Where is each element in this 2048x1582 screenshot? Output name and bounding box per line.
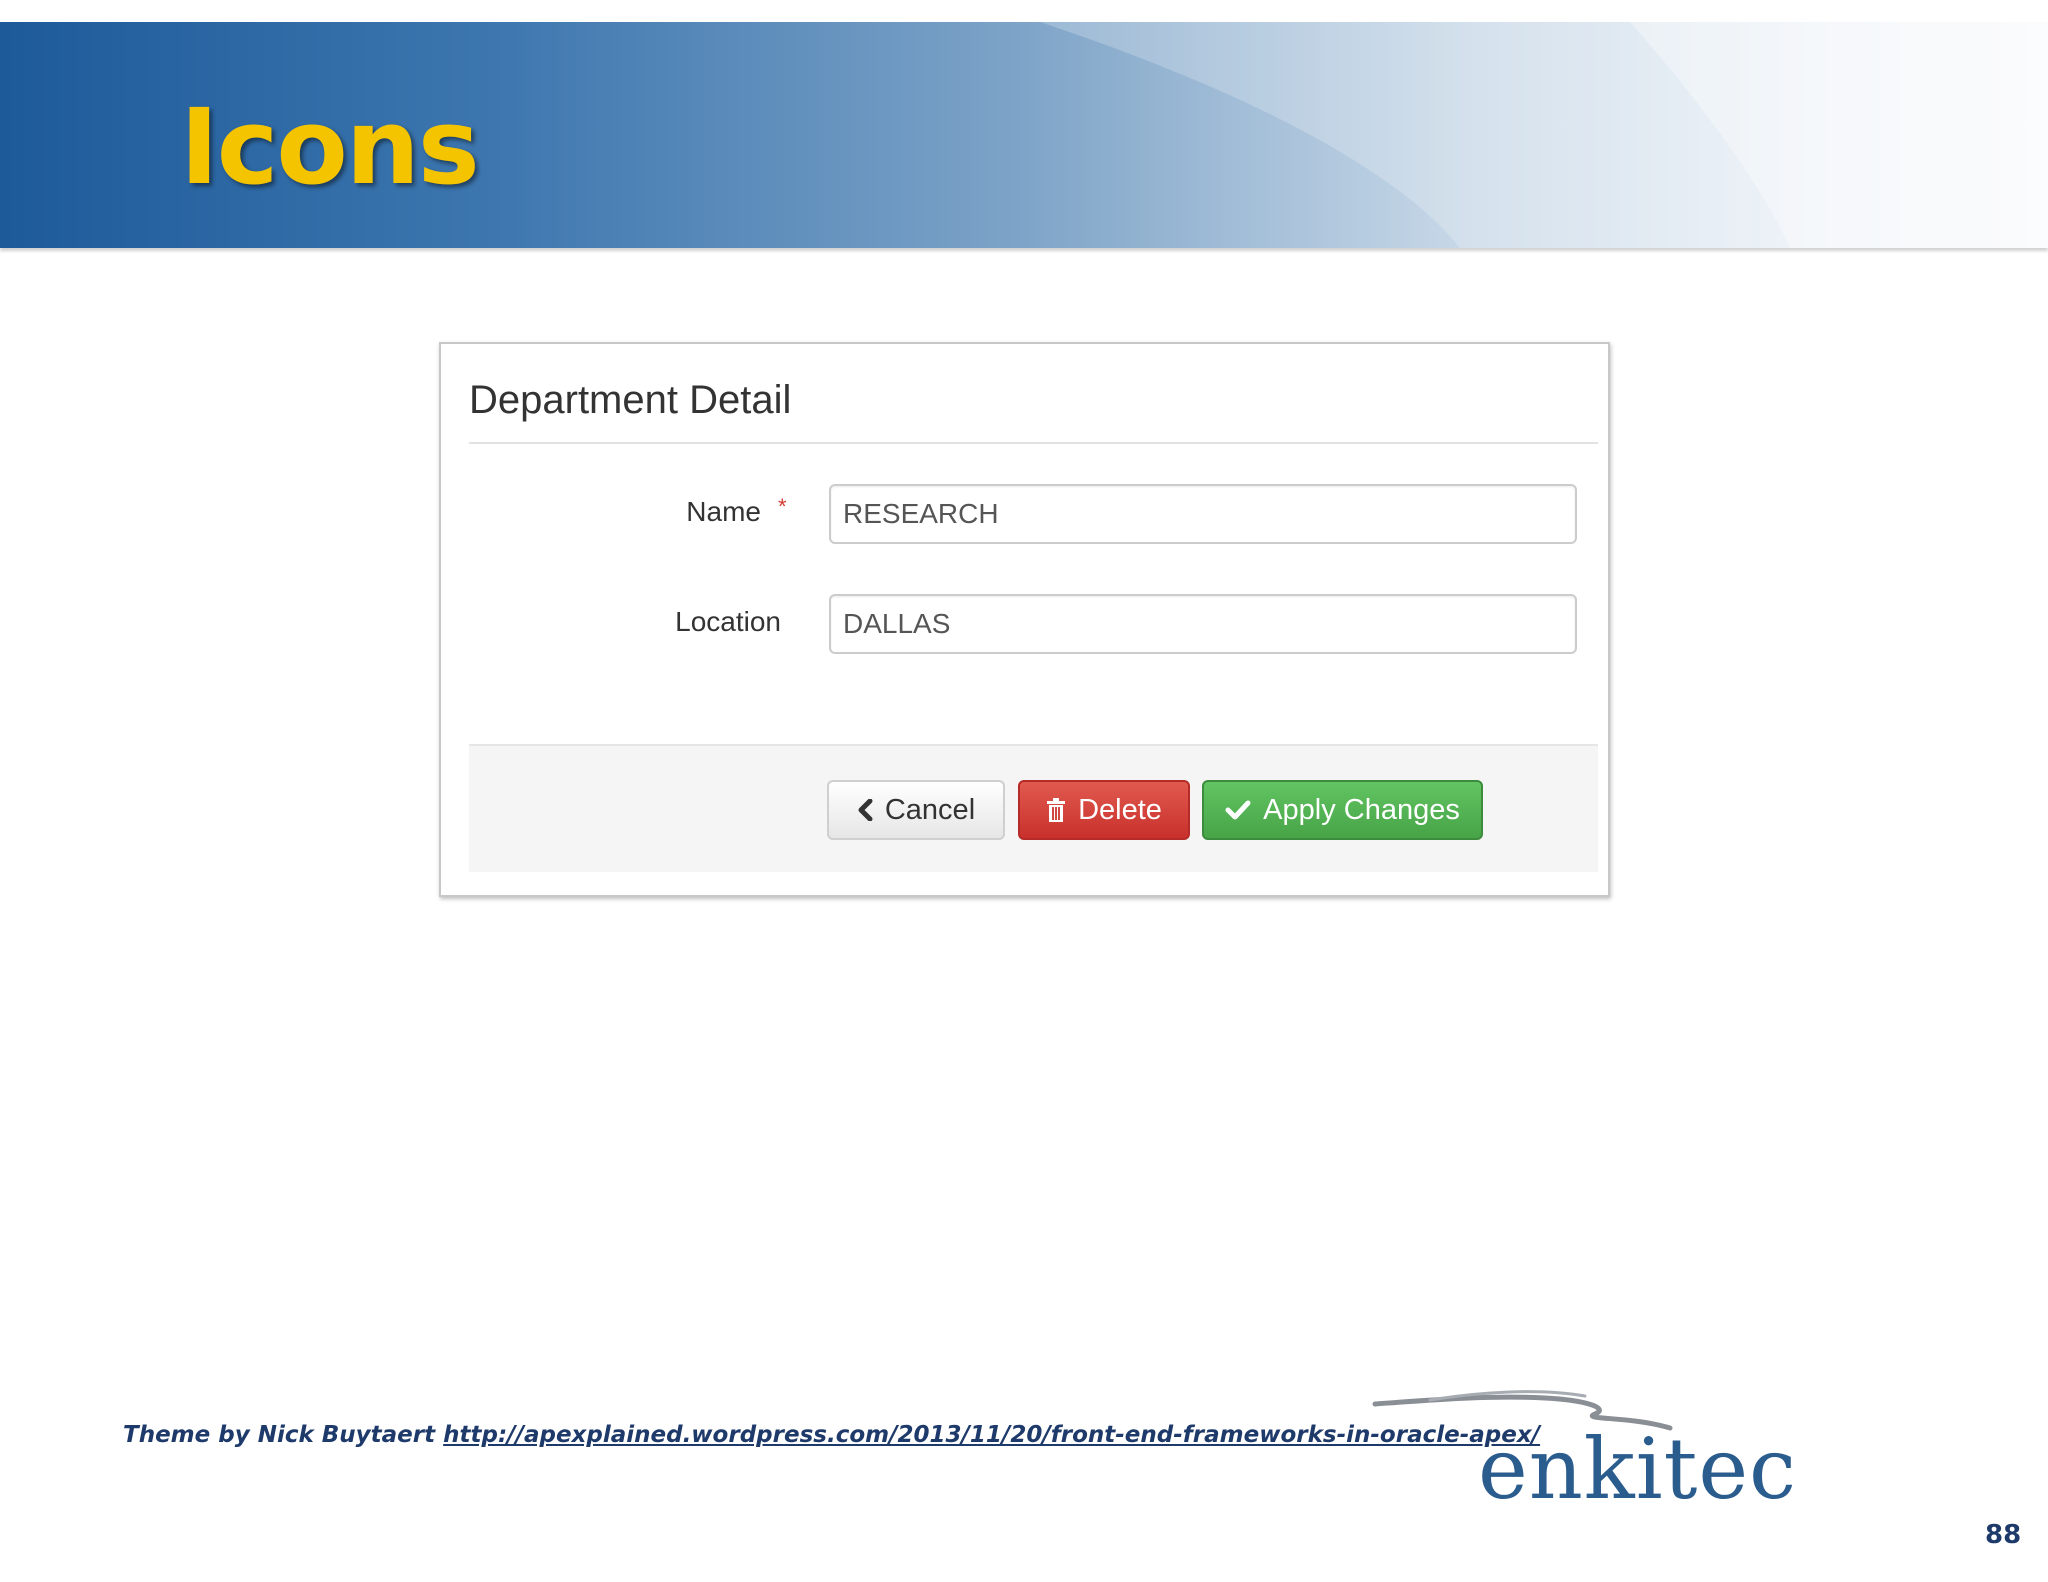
panel-divider: [469, 442, 1598, 444]
department-detail-panel: Department Detail Name * Location Cancel: [439, 342, 1610, 897]
check-icon: [1225, 799, 1251, 821]
slide-header-banner: Icons: [0, 22, 2048, 248]
delete-button[interactable]: Delete: [1018, 780, 1190, 840]
trash-icon: [1046, 798, 1066, 822]
panel-title: Department Detail: [469, 378, 792, 422]
slide-title: Icons: [180, 86, 480, 208]
apply-changes-button[interactable]: Apply Changes: [1202, 780, 1483, 840]
enkitec-logo: enkitec: [1370, 1390, 1850, 1520]
apply-changes-button-label: Apply Changes: [1263, 793, 1460, 826]
chevron-left-icon: [857, 799, 873, 821]
delete-button-label: Delete: [1078, 793, 1162, 826]
logo-wordmark: enkitec: [1478, 1420, 1798, 1518]
theme-credit: Theme by Nick Buytaert http://apexplaine…: [123, 1422, 1540, 1448]
location-input[interactable]: [829, 594, 1577, 654]
credit-text: Theme by Nick Buytaert: [123, 1422, 436, 1448]
name-label: Name: [686, 496, 761, 527]
cancel-button-label: Cancel: [884, 793, 976, 826]
location-label: Location: [675, 606, 781, 637]
page-number: 88: [1985, 1520, 2022, 1550]
cancel-button[interactable]: Cancel: [827, 780, 1005, 840]
name-input[interactable]: [829, 484, 1577, 544]
required-indicator: *: [778, 494, 787, 519]
button-bar: Cancel Delete Apply Changes: [469, 744, 1598, 872]
